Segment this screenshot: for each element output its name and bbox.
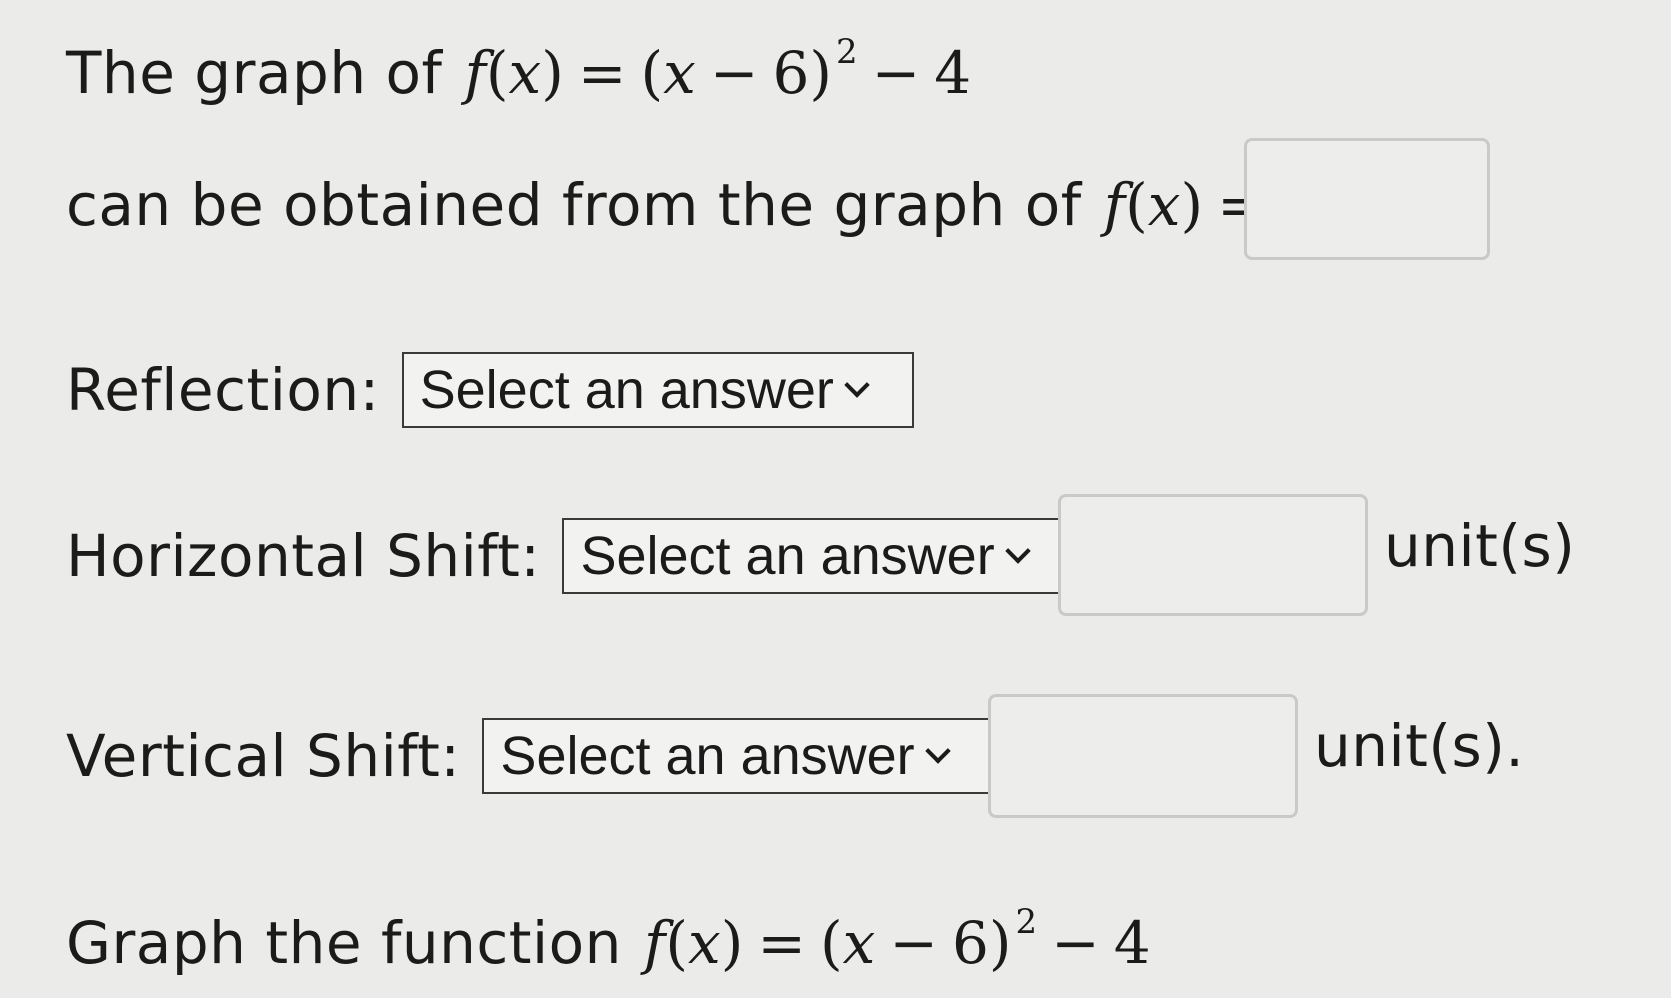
- vertical-shift-unit: unit(s).: [1314, 712, 1525, 780]
- open-paren: (: [819, 909, 843, 977]
- tail-constant: 4: [934, 39, 972, 107]
- function-variable: x: [1147, 171, 1181, 239]
- vertical-shift-row: Vertical Shift: Select an answer: [66, 716, 995, 796]
- equals-sign: =: [577, 39, 627, 107]
- graph-function-expression: f(x) = (x −6) 2−4: [643, 901, 1151, 977]
- graph-prompt-line: Graph the function f(x) = (x −6) 2−4: [66, 898, 1151, 988]
- question-line-2: can be obtained from the graph of f(x) =: [66, 155, 1280, 255]
- function-expression: f(x) = (x −6) 2−4: [464, 31, 972, 107]
- equals-sign: =: [757, 909, 806, 977]
- question-prefix: The graph of: [66, 39, 443, 107]
- line-2-prefix: can be obtained from the graph of: [66, 171, 1082, 239]
- expr-constant: 6): [772, 39, 833, 107]
- function-variable: x: [508, 39, 542, 107]
- reflection-select[interactable]: Select an answer: [401, 352, 914, 428]
- horizontal-shift-select[interactable]: Select an answer: [562, 518, 1075, 594]
- graph-prompt-prefix: Graph the function: [66, 909, 622, 977]
- function-variable: x: [688, 909, 721, 977]
- expr-variable: x: [663, 39, 696, 107]
- parent-function-input[interactable]: [1244, 138, 1490, 260]
- expr-variable: x: [842, 909, 876, 977]
- open-paren: (: [640, 39, 664, 107]
- function-name: f: [1103, 171, 1126, 239]
- tail-constant: 4: [1113, 909, 1151, 977]
- horizontal-shift-label: Horizontal Shift:: [66, 522, 541, 590]
- minus-sign: −: [889, 909, 938, 977]
- chevron-down-icon: [924, 738, 951, 764]
- reflection-row: Reflection: Select an answer: [66, 350, 914, 430]
- function-name: f: [643, 909, 666, 977]
- minus-sign: −: [871, 39, 921, 107]
- question-line-1: The graph of f(x) = (x −6) 2−4: [66, 28, 971, 118]
- exponent: 2: [836, 31, 858, 72]
- horizontal-shift-unit: unit(s): [1384, 512, 1576, 580]
- function-name: f: [464, 39, 486, 107]
- vertical-shift-select[interactable]: Select an answer: [482, 718, 995, 794]
- reflection-select-value: Select an answer: [419, 360, 834, 420]
- exponent: 2: [1015, 901, 1038, 942]
- chevron-down-icon: [1004, 538, 1031, 564]
- vertical-shift-label: Vertical Shift:: [66, 722, 461, 790]
- minus-sign: −: [709, 39, 759, 107]
- reflection-label: Reflection:: [66, 356, 380, 424]
- chevron-down-icon: [844, 372, 870, 398]
- horizontal-shift-row: Horizontal Shift: Select an answer: [66, 516, 1075, 596]
- expr-constant: 6): [951, 909, 1012, 977]
- horizontal-shift-amount-input[interactable]: [1058, 494, 1368, 616]
- minus-sign: −: [1051, 909, 1100, 977]
- horizontal-shift-select-value: Select an answer: [580, 526, 995, 586]
- vertical-shift-select-value: Select an answer: [500, 726, 915, 786]
- vertical-shift-amount-input[interactable]: [988, 694, 1298, 818]
